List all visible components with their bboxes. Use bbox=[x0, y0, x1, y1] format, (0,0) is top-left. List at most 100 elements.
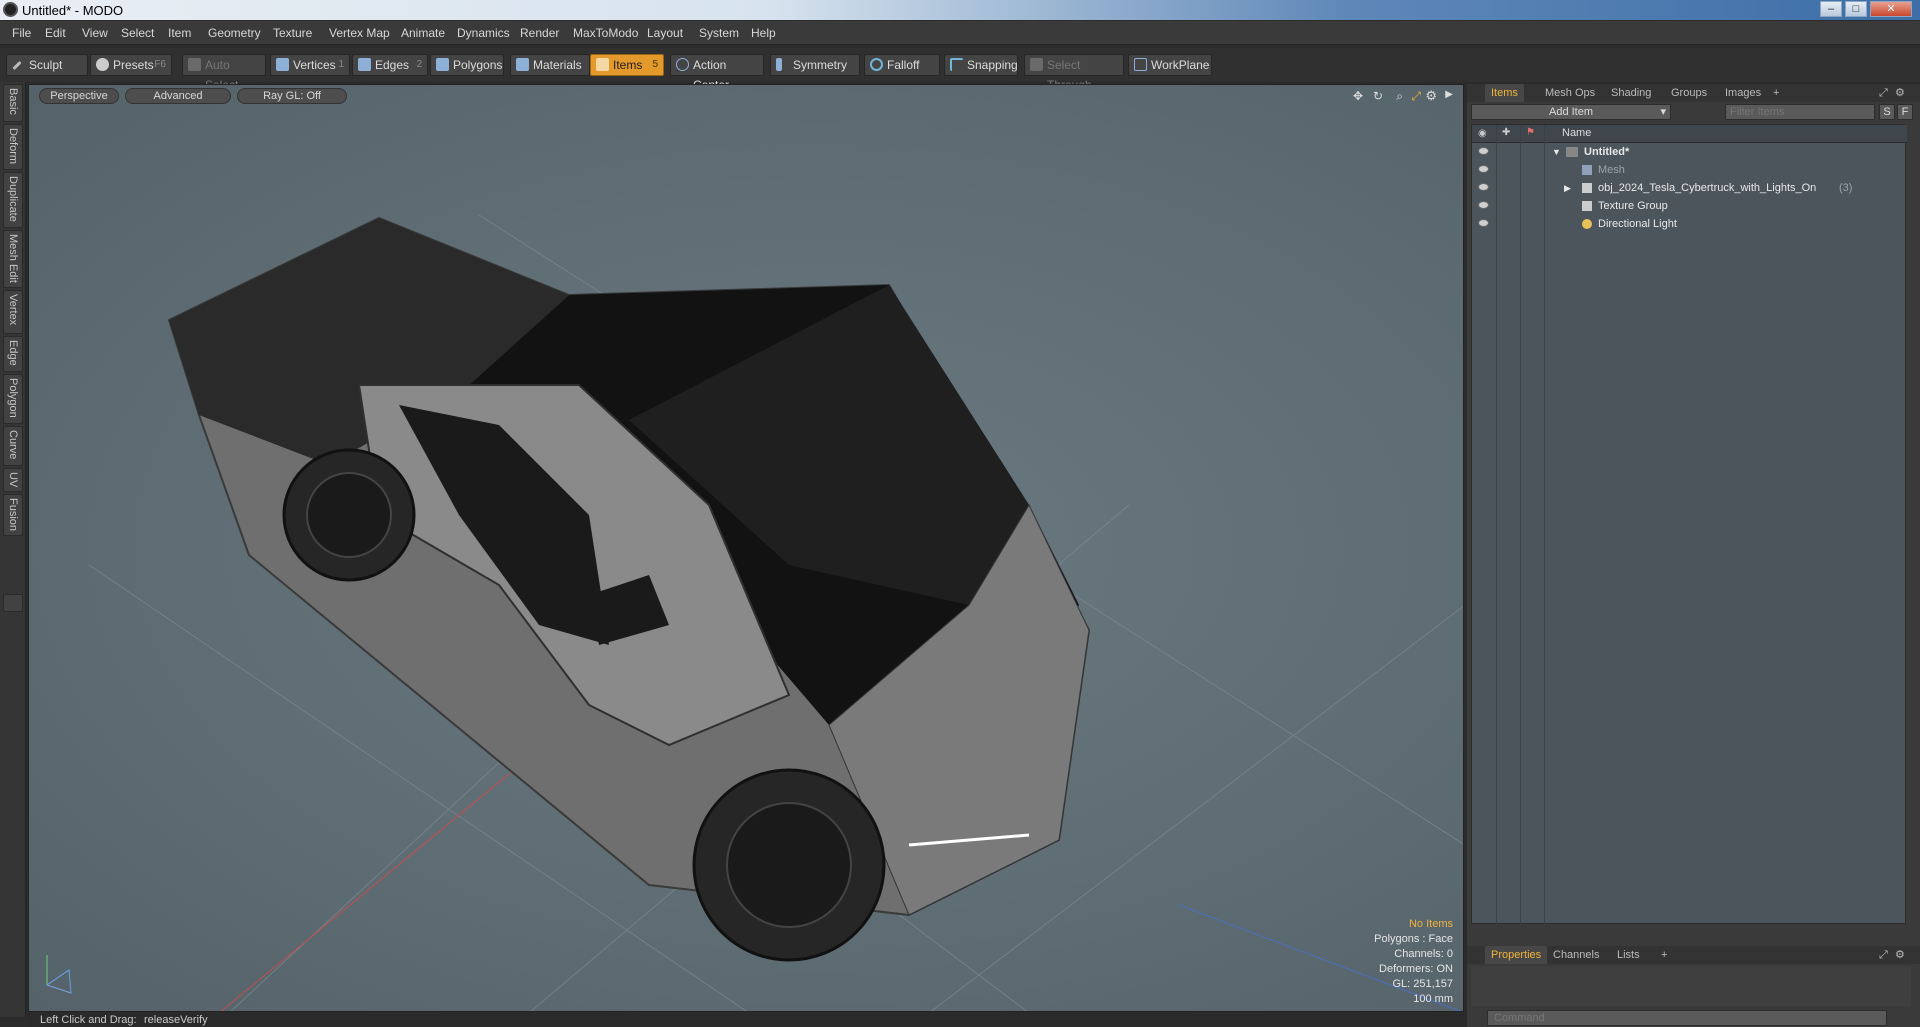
tab-groups[interactable]: Groups bbox=[1671, 84, 1707, 102]
auto-select-button[interactable]: Auto Select bbox=[182, 54, 266, 92]
tab-edge[interactable]: Edge bbox=[3, 336, 23, 372]
item-list[interactable]: ◉ ✚ ⚑ Name ▼ Untitled* Mesh ▶ obj_2024_T… bbox=[1471, 124, 1907, 925]
expand-panel-icon[interactable]: ⤢ bbox=[1879, 84, 1888, 102]
light-icon bbox=[1582, 219, 1592, 229]
visibility-eye-icon[interactable] bbox=[1478, 165, 1489, 173]
tab-deform[interactable]: Deform bbox=[3, 124, 23, 170]
edges-mode-button[interactable]: Edges 2 bbox=[352, 54, 428, 76]
sculpt-button[interactable]: Sculpt bbox=[6, 54, 88, 76]
filter-s-button[interactable]: S bbox=[1879, 104, 1895, 120]
menu-maxtomodo[interactable]: MaxToModo bbox=[573, 26, 638, 40]
snapping-button[interactable]: Snapping bbox=[944, 54, 1018, 76]
visibility-eye-icon[interactable] bbox=[1478, 183, 1489, 191]
menu-help[interactable]: Help bbox=[751, 26, 776, 40]
tab-items[interactable]: Items bbox=[1485, 84, 1524, 102]
menu-texture[interactable]: Texture bbox=[273, 26, 312, 40]
tree-row-directional-light[interactable]: Directional Light bbox=[1472, 215, 1907, 233]
tree-row-cybertruck[interactable]: ▶ obj_2024_Tesla_Cybertruck_with_Lights_… bbox=[1472, 179, 1907, 197]
maximize-button[interactable]: □ bbox=[1845, 1, 1867, 17]
expand-arrow-icon[interactable]: ▶ bbox=[1564, 179, 1571, 197]
name-column-header[interactable]: Name bbox=[1562, 127, 1591, 139]
filter-items-input[interactable] bbox=[1725, 104, 1875, 120]
falloff-button[interactable]: Falloff bbox=[864, 54, 940, 76]
add-item-dropdown[interactable]: Add Item ▾ bbox=[1471, 104, 1671, 120]
workplane-icon bbox=[1134, 58, 1147, 71]
menu-view[interactable]: View bbox=[82, 26, 108, 40]
command-input[interactable] bbox=[1487, 1010, 1887, 1026]
scene-render bbox=[45, 214, 1463, 1011]
expand-panel-icon[interactable]: ⤢ bbox=[1879, 946, 1888, 964]
tab-lists[interactable]: Lists bbox=[1617, 946, 1640, 964]
3d-viewport[interactable]: Perspective Advanced Ray GL: Off ✥ ↻ ⌕ ⤢… bbox=[28, 84, 1464, 1012]
tab-duplicate[interactable]: Duplicate bbox=[3, 172, 23, 228]
tab-images[interactable]: Images bbox=[1725, 84, 1761, 102]
chevron-down-icon: ▾ bbox=[1660, 106, 1666, 118]
modo-app-icon bbox=[3, 2, 18, 17]
tree-row-mesh[interactable]: Mesh bbox=[1472, 161, 1907, 179]
snapping-icon bbox=[950, 58, 963, 71]
gl-polycount: GL: 251,157 bbox=[1392, 978, 1453, 990]
tab-shading[interactable]: Shading bbox=[1611, 84, 1651, 102]
vertices-cube-icon bbox=[276, 58, 289, 71]
texture-group-label: Texture Group bbox=[1598, 200, 1668, 212]
selection-status: No Items bbox=[1408, 918, 1453, 930]
tree-row-texture-group[interactable]: Texture Group bbox=[1472, 197, 1907, 215]
menu-animate[interactable]: Animate bbox=[401, 26, 445, 40]
title-bar: Untitled* - MODO – □ ✕ bbox=[0, 0, 1920, 20]
filter-f-button[interactable]: F bbox=[1897, 104, 1913, 120]
workplane-button[interactable]: WorkPlane bbox=[1128, 54, 1212, 76]
menu-render[interactable]: Render bbox=[520, 26, 559, 40]
visibility-eye-icon[interactable] bbox=[1478, 147, 1489, 155]
texture-group-icon bbox=[1582, 201, 1592, 211]
polygons-mode-button[interactable]: Polygons bbox=[430, 54, 504, 76]
menu-layout[interactable]: Layout bbox=[647, 26, 683, 40]
items-mode-button[interactable]: Items 5 bbox=[590, 54, 664, 76]
items-panel: Items Mesh Ops Shading Groups Images + ⤢… bbox=[1467, 84, 1920, 1027]
lock-column-icon: ✚ bbox=[1502, 127, 1511, 138]
tab-vertex[interactable]: Vertex bbox=[3, 290, 23, 334]
visibility-eye-icon[interactable] bbox=[1478, 201, 1489, 209]
viewport-info-overlay: No Items Polygons : Face Channels: 0 Def… bbox=[1374, 917, 1453, 1007]
vertices-mode-button[interactable]: Vertices 1 bbox=[270, 54, 350, 76]
falloff-icon bbox=[870, 58, 883, 71]
panel-settings-gear-icon[interactable]: ⚙ bbox=[1895, 84, 1905, 102]
select-through-icon bbox=[1030, 58, 1043, 71]
menu-geometry[interactable]: Geometry bbox=[208, 26, 261, 40]
presets-button[interactable]: Presets F6 bbox=[90, 54, 172, 76]
materials-mode-button[interactable]: Materials bbox=[510, 54, 590, 76]
menu-vertex-map[interactable]: Vertex Map bbox=[329, 26, 390, 40]
item-list-header: ◉ ✚ ⚑ Name bbox=[1472, 125, 1907, 143]
materials-cube-icon bbox=[516, 58, 529, 71]
menu-edit[interactable]: Edit bbox=[45, 26, 66, 40]
visibility-eye-icon[interactable] bbox=[1478, 219, 1489, 227]
visibility-column-eye-icon: ◉ bbox=[1478, 128, 1487, 139]
tab-polygon[interactable]: Polygon bbox=[3, 374, 23, 424]
menu-select[interactable]: Select bbox=[121, 26, 154, 40]
tab-collapse-toggle[interactable] bbox=[3, 594, 23, 612]
action-center-button[interactable]: Action Center bbox=[670, 54, 764, 92]
select-through-button[interactable]: Select Through bbox=[1024, 54, 1124, 92]
tab-curve[interactable]: Curve bbox=[3, 426, 23, 466]
panel-settings-gear-icon[interactable]: ⚙ bbox=[1895, 946, 1905, 964]
add-tab-plus-icon[interactable]: + bbox=[1773, 84, 1779, 102]
tab-properties[interactable]: Properties bbox=[1485, 946, 1548, 964]
tab-channels[interactable]: Channels bbox=[1553, 946, 1599, 964]
tab-basic[interactable]: Basic bbox=[3, 84, 23, 122]
main-toolbar: Sculpt Presets F6 Auto Select Vertices 1… bbox=[0, 48, 1920, 92]
close-button[interactable]: ✕ bbox=[1870, 1, 1912, 17]
expand-arrow-icon[interactable]: ▼ bbox=[1552, 143, 1561, 161]
polygons-cube-icon bbox=[436, 58, 449, 71]
tab-uv[interactable]: UV bbox=[3, 468, 23, 492]
tab-mesh-ops[interactable]: Mesh Ops bbox=[1545, 84, 1595, 102]
menu-file[interactable]: File bbox=[12, 26, 31, 40]
tree-row-scene[interactable]: ▼ Untitled* bbox=[1472, 143, 1907, 161]
tab-mesh-edit[interactable]: Mesh Edit bbox=[3, 230, 23, 288]
minimize-button[interactable]: – bbox=[1820, 1, 1842, 17]
add-tab-plus-icon[interactable]: + bbox=[1661, 946, 1667, 964]
symmetry-button[interactable]: Symmetry bbox=[770, 54, 860, 76]
menu-system[interactable]: System bbox=[699, 26, 739, 40]
tab-fusion[interactable]: Fusion bbox=[3, 494, 23, 536]
menu-item[interactable]: Item bbox=[168, 26, 191, 40]
menu-dynamics[interactable]: Dynamics bbox=[457, 26, 510, 40]
menu-bar: File Edit View Select Item Geometry Text… bbox=[0, 21, 1920, 45]
